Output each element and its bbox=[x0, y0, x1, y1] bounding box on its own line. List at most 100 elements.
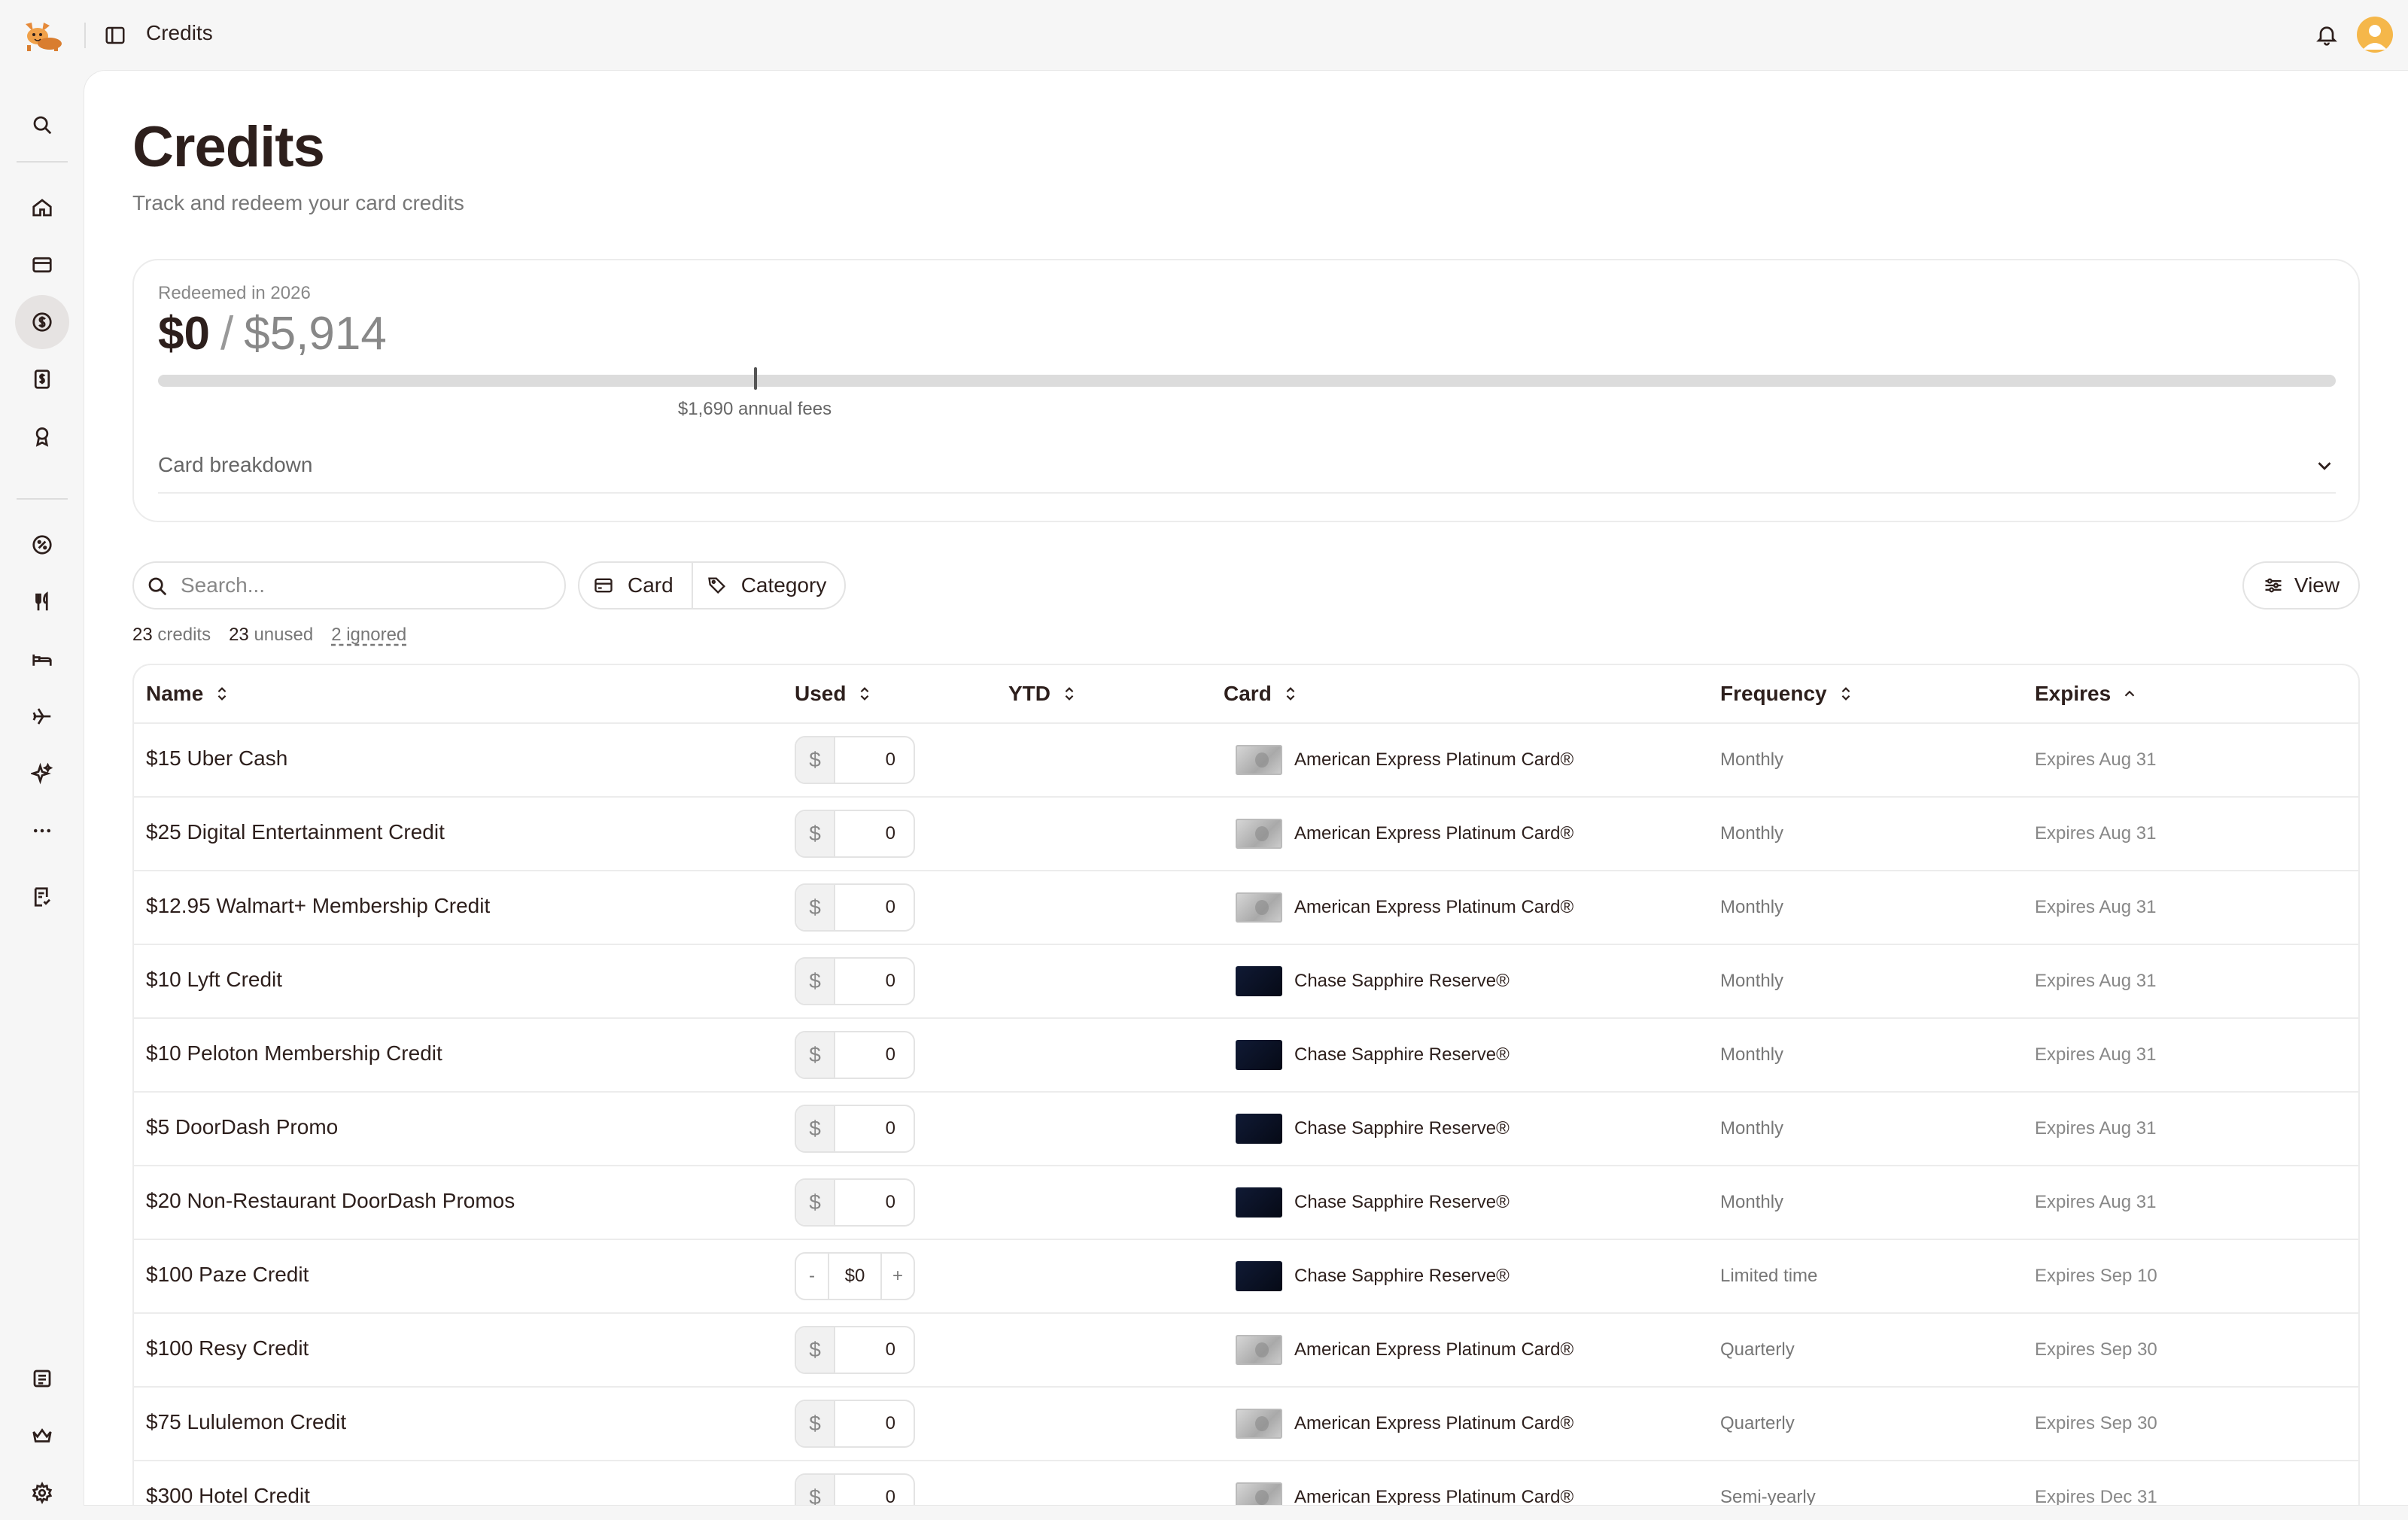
credit-name[interactable]: $75 Lululemon Credit bbox=[146, 1410, 346, 1434]
avatar[interactable] bbox=[2357, 17, 2393, 53]
used-amount-value[interactable]: 0 bbox=[835, 1401, 914, 1446]
sidebar-item-news[interactable] bbox=[15, 1351, 69, 1406]
used-amount-value[interactable]: 0 bbox=[835, 811, 914, 856]
page-title: Credits bbox=[132, 115, 325, 179]
card-breakdown-toggle[interactable]: Card breakdown bbox=[158, 441, 2336, 494]
newspaper-icon bbox=[33, 1370, 51, 1388]
table-row[interactable]: $10 Lyft Credit $0$0 Chase Sapphire Reserv… bbox=[134, 945, 2358, 1019]
column-header-card[interactable]: Card bbox=[1224, 682, 1299, 706]
table-row[interactable]: $100 Resy Credit $0$0 American Express Pla… bbox=[134, 1314, 2358, 1388]
used-amount-value[interactable]: 0 bbox=[835, 1032, 914, 1078]
column-header-used[interactable]: Used bbox=[795, 682, 873, 706]
sidebar-item-bills[interactable] bbox=[15, 352, 69, 406]
sidebar-item-settings[interactable] bbox=[15, 1466, 69, 1520]
frequency-value: Monthly bbox=[1720, 749, 1784, 770]
card-thumbnail bbox=[1236, 1335, 1282, 1365]
sidebar-item-premium[interactable] bbox=[15, 1409, 69, 1463]
expires-value: Expires Aug 31 bbox=[2035, 823, 2157, 844]
sidebar-item-more[interactable] bbox=[15, 804, 69, 858]
sidebar-item-travel[interactable] bbox=[15, 689, 69, 743]
credit-card-icon bbox=[32, 257, 52, 273]
card-name: American Express Platinum Card® bbox=[1294, 1413, 1574, 1433]
used-amount-value[interactable]: 0 bbox=[835, 959, 914, 1004]
used-amount-value[interactable]: 0 bbox=[835, 885, 914, 930]
column-header-ytd[interactable]: YTD bbox=[1008, 682, 1078, 706]
sidebar-item-ai[interactable] bbox=[15, 746, 69, 801]
used-amount-value[interactable]: 0 bbox=[835, 1475, 914, 1505]
credit-name[interactable]: $5 DoorDash Promo bbox=[146, 1115, 338, 1139]
page-subtitle: Track and redeem your card credits bbox=[132, 191, 464, 214]
credit-name[interactable]: $300 Hotel Credit bbox=[146, 1484, 310, 1505]
card-name: American Express Platinum Card® bbox=[1294, 897, 1574, 917]
sidebar-item-rewards[interactable] bbox=[15, 409, 69, 464]
used-amount-input[interactable]: $0 bbox=[795, 810, 915, 858]
card-name: American Express Platinum Card® bbox=[1294, 823, 1574, 844]
credit-name[interactable]: $15 Uber Cash bbox=[146, 746, 287, 771]
used-amount-input[interactable]: $0 bbox=[795, 1178, 915, 1227]
table-row[interactable]: $25 Digital Entertainment Credit $0$0 Amer… bbox=[134, 798, 2358, 871]
category-filter-button[interactable]: Category bbox=[691, 563, 845, 608]
sidebar-item-dining[interactable] bbox=[15, 575, 69, 629]
table-row[interactable]: $75 Lululemon Credit $0$0 American Express… bbox=[134, 1388, 2358, 1461]
table-row[interactable]: $12.95 Walmart+ Membership Credit $0$0 Ame… bbox=[134, 871, 2358, 945]
sidebar-toggle-icon[interactable] bbox=[104, 24, 126, 47]
card-filter-button[interactable]: Card bbox=[579, 563, 692, 608]
table-row[interactable]: $100 Paze Credit -$0+$0 Chase Sapphire Res… bbox=[134, 1240, 2358, 1314]
used-amount-input[interactable]: $0 bbox=[795, 736, 915, 784]
used-amount-value[interactable]: 0 bbox=[835, 1327, 914, 1373]
used-amount-value[interactable]: 0 bbox=[835, 1180, 914, 1225]
used-amount-input[interactable]: $0 bbox=[795, 1031, 915, 1079]
increment-button[interactable]: + bbox=[882, 1254, 914, 1299]
credit-name[interactable]: $100 Paze Credit bbox=[146, 1263, 309, 1287]
dollar-document-icon bbox=[34, 369, 50, 389]
used-amount-input[interactable]: $0 bbox=[795, 883, 915, 932]
ignored-count-link[interactable]: 2 ignored bbox=[331, 625, 406, 646]
decrement-button[interactable]: - bbox=[796, 1254, 828, 1299]
column-header-name[interactable]: Name bbox=[146, 682, 230, 706]
used-amount-input[interactable]: $0 bbox=[795, 1400, 915, 1448]
credit-name[interactable]: $25 Digital Entertainment Credit bbox=[146, 820, 445, 844]
card-name: Chase Sapphire Reserve® bbox=[1294, 1192, 1510, 1212]
table-row[interactable]: $15 Uber Cash $0$0 American Express Platin… bbox=[134, 724, 2358, 798]
used-amount-input[interactable]: $0 bbox=[795, 1326, 915, 1374]
divider bbox=[84, 23, 86, 48]
currency-prefix: $ bbox=[796, 1475, 835, 1505]
used-amount-input[interactable]: $0 bbox=[795, 1105, 915, 1153]
table-row[interactable]: $5 DoorDash Promo $0$0 Chase Sapphire Rese… bbox=[134, 1093, 2358, 1166]
column-header-expires[interactable]: Expires bbox=[2035, 682, 2138, 706]
column-header-frequency[interactable]: Frequency bbox=[1720, 682, 1854, 706]
credit-name[interactable]: $20 Non-Restaurant DoorDash Promos bbox=[146, 1189, 515, 1213]
sidebar-item-offers[interactable] bbox=[15, 518, 69, 572]
used-amount-value[interactable]: 0 bbox=[835, 737, 914, 783]
sidebar-item-hotels[interactable] bbox=[15, 632, 69, 686]
used-amount-input[interactable]: $0 bbox=[795, 1473, 915, 1505]
card-thumbnail bbox=[1236, 1040, 1282, 1070]
sidebar-item-cards[interactable] bbox=[15, 238, 69, 292]
used-amount-value[interactable]: $0 bbox=[828, 1254, 882, 1299]
plane-icon bbox=[32, 708, 51, 725]
sidebar-item-receipts[interactable] bbox=[15, 870, 69, 924]
card-filter-label: Card bbox=[628, 573, 673, 597]
gear-icon bbox=[32, 1482, 53, 1504]
fox-logo-icon[interactable] bbox=[21, 18, 63, 53]
frequency-value: Quarterly bbox=[1720, 1339, 1795, 1360]
table-row[interactable]: $10 Peloton Membership Credit $0$0 Chase S… bbox=[134, 1019, 2358, 1093]
total-value: $5,914 bbox=[244, 308, 387, 360]
credit-name[interactable]: $10 Peloton Membership Credit bbox=[146, 1041, 442, 1066]
utensils-icon bbox=[35, 591, 48, 611]
credit-name[interactable]: $100 Resy Credit bbox=[146, 1336, 309, 1360]
used-amount-value[interactable]: 0 bbox=[835, 1106, 914, 1151]
used-amount-input[interactable]: $0 bbox=[795, 957, 915, 1005]
card-name: Chase Sapphire Reserve® bbox=[1294, 971, 1510, 991]
credit-name[interactable]: $10 Lyft Credit bbox=[146, 968, 282, 992]
sidebar-item-credits[interactable] bbox=[15, 295, 69, 349]
sidebar-item-home[interactable] bbox=[15, 181, 69, 235]
table-body: $15 Uber Cash$0$0American Express Platin… bbox=[134, 724, 2358, 1505]
credit-name[interactable]: $12.95 Walmart+ Membership Credit bbox=[146, 894, 490, 918]
view-options-button[interactable]: View bbox=[2242, 561, 2360, 610]
bell-icon[interactable] bbox=[2315, 23, 2339, 47]
table-row[interactable]: $20 Non-Restaurant DoorDash Promos $0$0 Ch… bbox=[134, 1166, 2358, 1240]
search-input[interactable] bbox=[181, 570, 549, 600]
sidebar-item-search[interactable] bbox=[15, 98, 69, 152]
table-row[interactable]: $300 Hotel Credit $0$0 American Express Pl… bbox=[134, 1461, 2358, 1505]
